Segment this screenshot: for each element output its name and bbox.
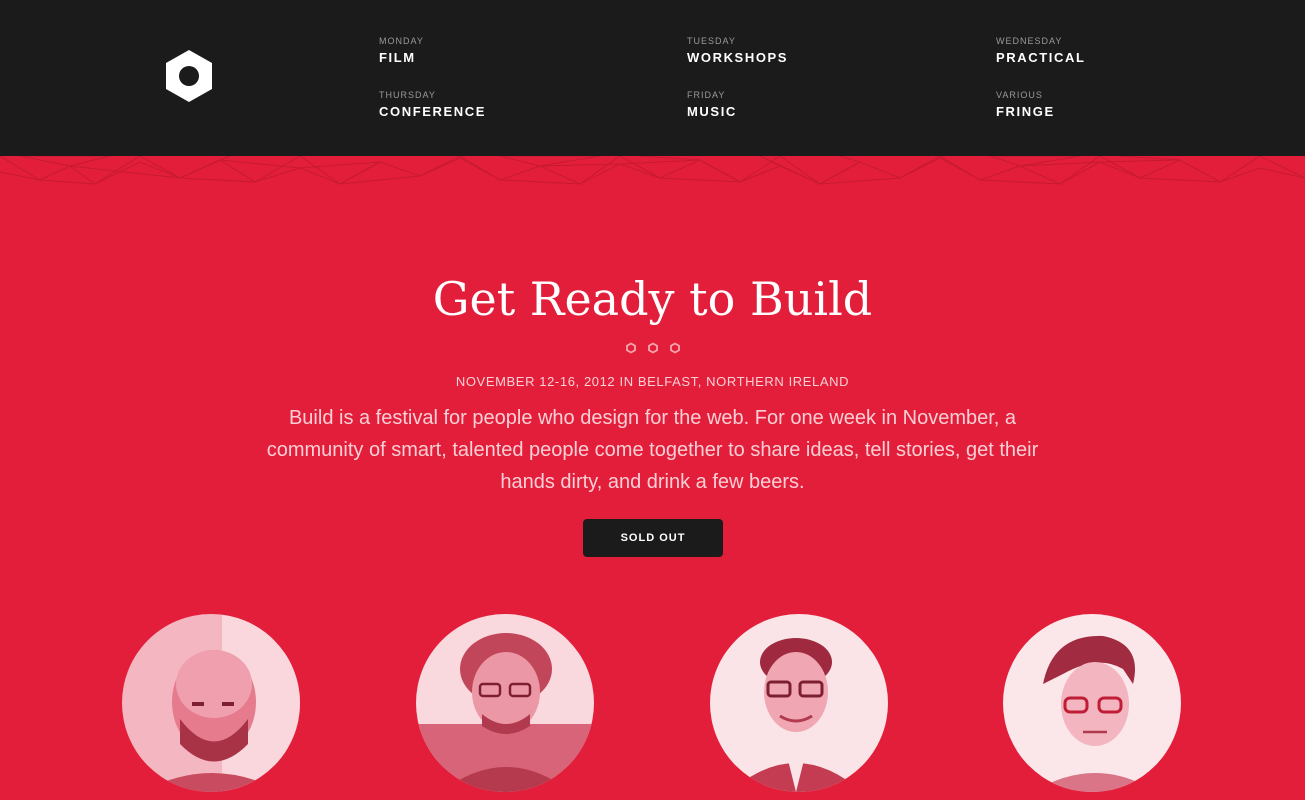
sold-out-button[interactable]: SOLD OUT [583, 519, 723, 557]
nav-day-label: VARIOUS [996, 90, 1043, 100]
intro-paragraph: Build is a festival for people who desig… [266, 407, 1039, 493]
site-header: MONDAY FILM TUESDAY WORKSHOPS WEDNESDAY … [0, 0, 1305, 156]
nav-title-label: PRACTICAL [996, 50, 1086, 65]
nav-day-label: THURSDAY [379, 90, 436, 100]
nav-day-label: FRIDAY [687, 90, 726, 100]
speaker-avatar[interactable] [122, 614, 300, 792]
geometric-pattern-band [0, 156, 1305, 185]
hexagon-dots-divider [626, 342, 680, 354]
nav-item-fringe[interactable]: VARIOUS FRINGE [996, 90, 1055, 120]
page-title: Get Ready to Build [432, 272, 873, 326]
speaker-avatar[interactable] [710, 614, 888, 792]
nav-item-film[interactable]: MONDAY FILM [379, 36, 424, 66]
nav-day-label: TUESDAY [687, 36, 736, 46]
event-dates: NOVEMBER 12-16, 2012 IN BELFAST, NORTHER… [455, 374, 850, 389]
nav-title-label: CONFERENCE [379, 104, 487, 119]
nav-item-practical[interactable]: WEDNESDAY PRACTICAL [996, 36, 1086, 66]
nav-title-label: FRINGE [996, 104, 1055, 119]
nav-day-label: MONDAY [379, 36, 424, 46]
nav-day-label: WEDNESDAY [996, 36, 1063, 46]
nav-title-label: FILM [379, 50, 416, 65]
nav-item-conference[interactable]: THURSDAY CONFERENCE [379, 90, 486, 120]
nav-item-music[interactable]: FRIDAY MUSIC [687, 90, 737, 120]
nav-title-label: MUSIC [687, 104, 737, 119]
speaker-avatar[interactable] [1003, 614, 1181, 792]
nav-item-workshops[interactable]: TUESDAY WORKSHOPS [687, 36, 788, 66]
hexagon-logo-icon[interactable] [164, 49, 214, 103]
hexagon-dot-icon [648, 342, 658, 354]
speaker-avatar[interactable] [416, 614, 594, 792]
hexagon-dot-icon [626, 342, 636, 354]
hexagon-dot-icon [670, 342, 680, 354]
nav-title-label: WORKSHOPS [687, 50, 789, 65]
